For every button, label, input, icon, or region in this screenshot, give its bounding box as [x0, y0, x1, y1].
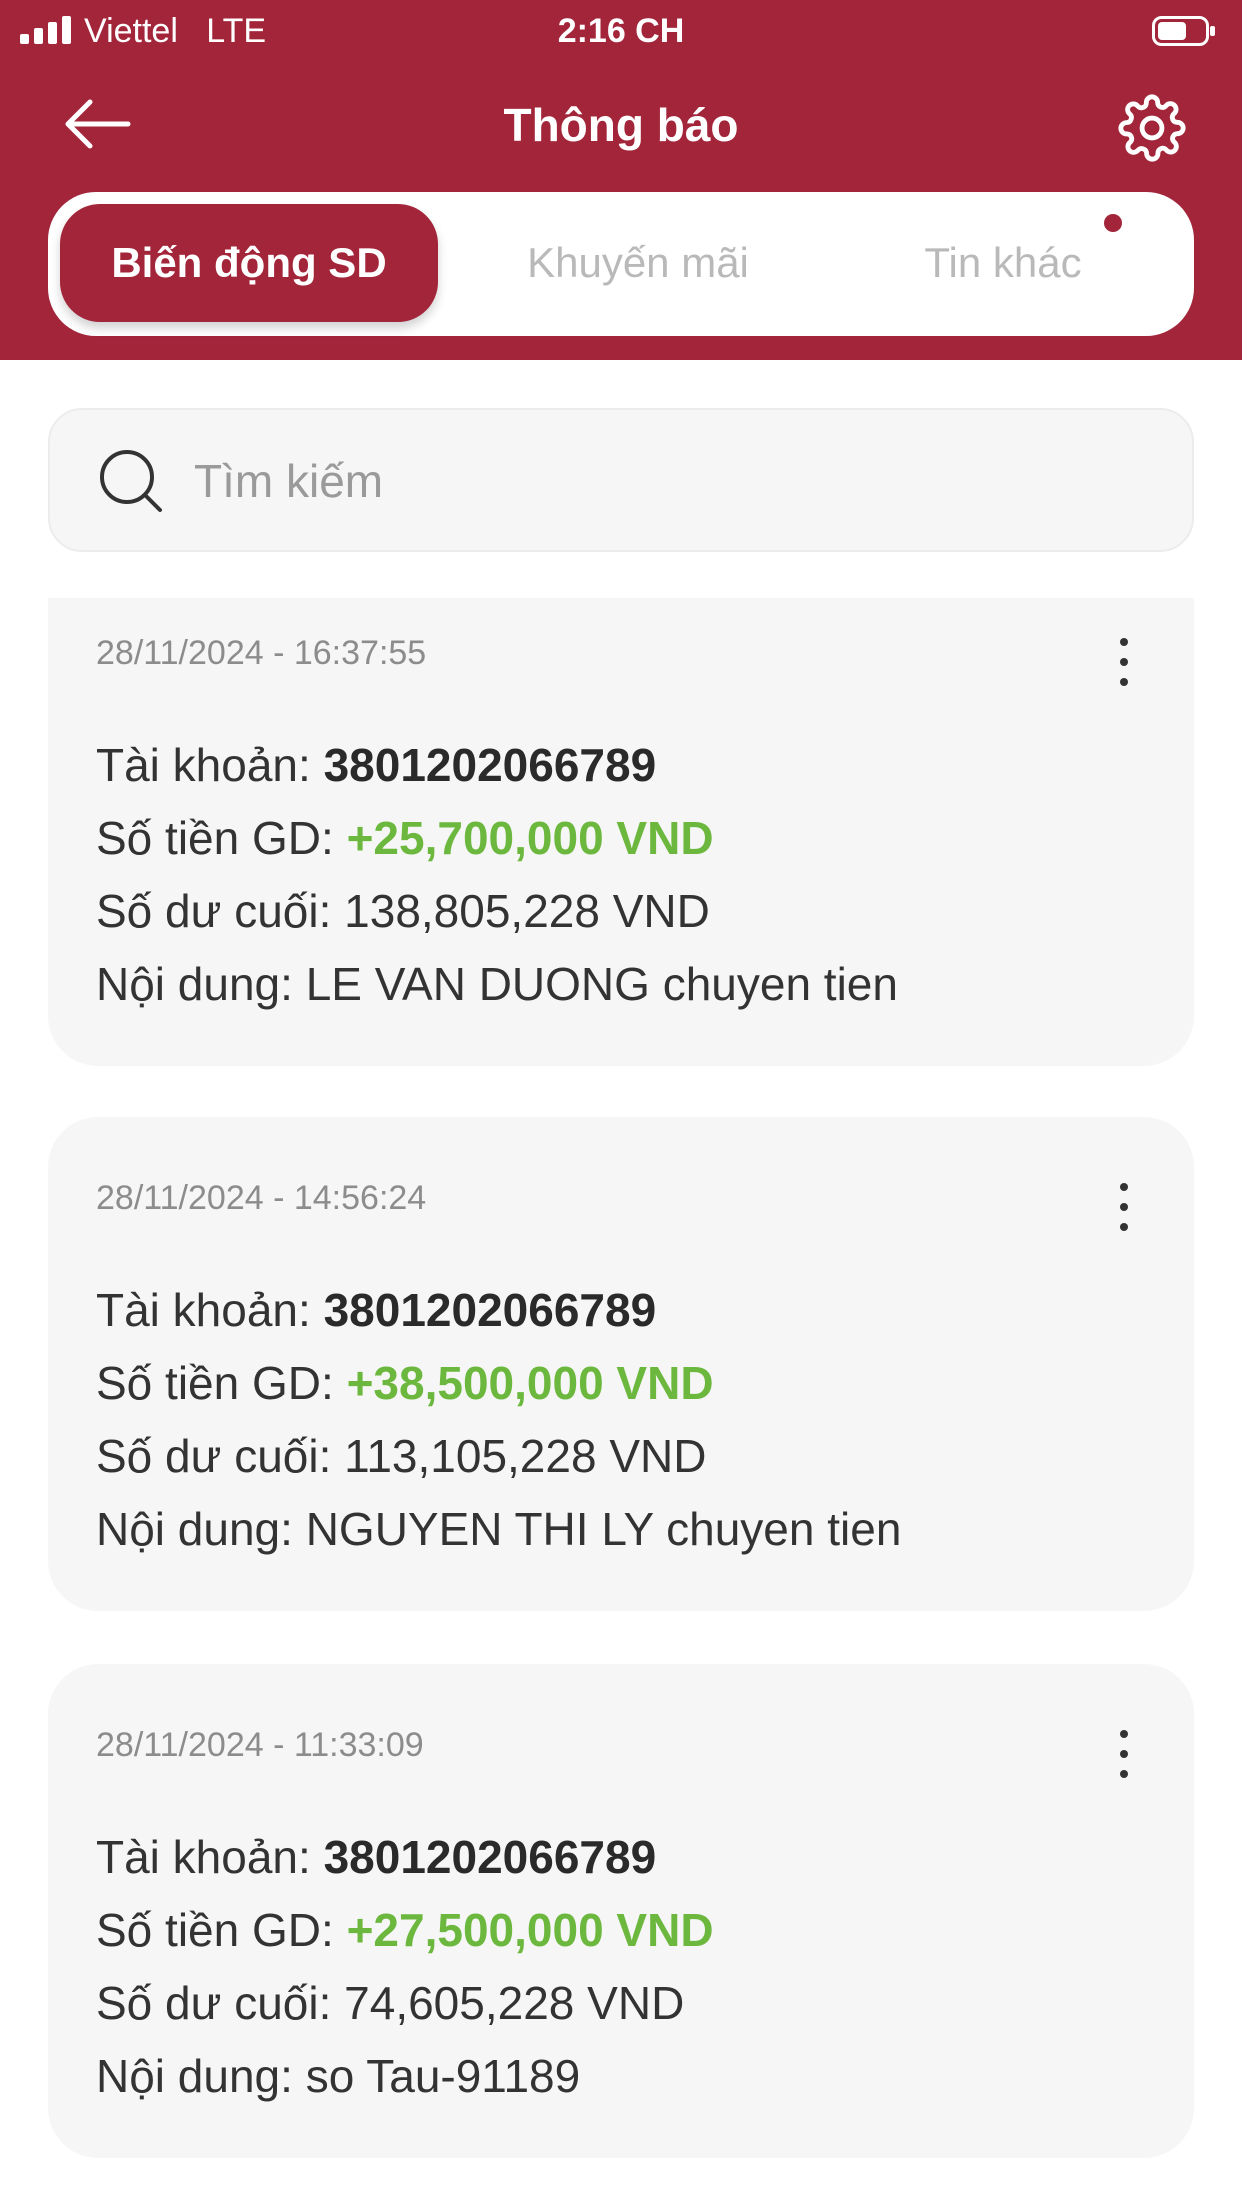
- transaction-content: LE VAN DUONG chuyen tien: [305, 958, 898, 1010]
- amount-line: Số tiền GD: +38,500,000 VND: [96, 1356, 714, 1410]
- content-label: Nội dung:: [96, 2050, 293, 2102]
- amount-label: Số tiền GD:: [96, 1357, 334, 1409]
- balance-line: Số dư cuối: 113,105,228 VND: [96, 1429, 706, 1483]
- search-icon: [100, 450, 162, 512]
- content-line: Nội dung: LE VAN DUONG chuyen tien: [96, 957, 898, 1011]
- amount-label: Số tiền GD:: [96, 1904, 334, 1956]
- more-vertical-icon[interactable]: [1108, 1179, 1140, 1235]
- unread-dot: [1104, 214, 1122, 232]
- account-line: Tài khoản: 3801202066789: [96, 1283, 656, 1337]
- content-label: Nội dung:: [96, 1503, 293, 1555]
- content-label: Nội dung:: [96, 958, 293, 1010]
- tab-bar: Biến động SD Khuyến mãi Tin khác: [48, 192, 1194, 336]
- battery-icon: [1152, 16, 1215, 46]
- amount-line: Số tiền GD: +25,700,000 VND: [96, 811, 714, 865]
- account-label: Tài khoản:: [96, 1284, 311, 1336]
- notification-timestamp: 28/11/2024 - 14:56:24: [96, 1179, 427, 1217]
- account-label: Tài khoản:: [96, 739, 311, 791]
- account-line: Tài khoản: 3801202066789: [96, 1830, 656, 1884]
- ending-balance: 138,805,228 VND: [344, 885, 710, 937]
- amount-label: Số tiền GD:: [96, 812, 334, 864]
- notification-card[interactable]: 28/11/2024 - 14:56:24 Tài khoản: 3801202…: [48, 1117, 1194, 1611]
- notification-card[interactable]: 28/11/2024 - 16:37:55 Tài khoản: 3801202…: [48, 598, 1194, 1066]
- notification-card[interactable]: 28/11/2024 - 11:33:09 Tài khoản: 3801202…: [48, 1664, 1194, 2158]
- account-number: 3801202066789: [323, 1284, 657, 1336]
- account-label: Tài khoản:: [96, 1831, 311, 1883]
- status-time: 2:16 CH: [557, 12, 685, 50]
- transaction-amount: +27,500,000 VND: [346, 1904, 714, 1956]
- account-line: Tài khoản: 3801202066789: [96, 738, 656, 792]
- search-placeholder: Tìm kiếm: [194, 455, 384, 507]
- status-bar: Viettel LTE 2:16 CH: [0, 0, 1242, 62]
- amount-line: Số tiền GD: +27,500,000 VND: [96, 1903, 714, 1957]
- balance-label: Số dư cuối:: [96, 1977, 332, 2029]
- balance-label: Số dư cuối:: [96, 885, 332, 937]
- balance-line: Số dư cuối: 138,805,228 VND: [96, 884, 710, 938]
- transaction-amount: +38,500,000 VND: [346, 1357, 714, 1409]
- content-line: Nội dung: so Tau-91189: [96, 2049, 580, 2103]
- nav-bar: Thông báo: [0, 62, 1242, 190]
- transaction-content: so Tau-91189: [305, 2050, 581, 2102]
- tab-khuyen-mai[interactable]: Khuyến mãi: [468, 204, 808, 322]
- transaction-amount: +25,700,000 VND: [346, 812, 714, 864]
- content-line: Nội dung: NGUYEN THI LY chuyen tien: [96, 1502, 901, 1556]
- notification-timestamp: 28/11/2024 - 11:33:09: [96, 1726, 424, 1764]
- ending-balance: 74,605,228 VND: [344, 1977, 685, 2029]
- tab-bien-dong-sd[interactable]: Biến động SD: [60, 204, 438, 322]
- notification-timestamp: 28/11/2024 - 16:37:55: [96, 634, 427, 672]
- gear-icon[interactable]: [1118, 94, 1186, 162]
- more-vertical-icon[interactable]: [1108, 634, 1140, 690]
- balance-line: Số dư cuối: 74,605,228 VND: [96, 1976, 684, 2030]
- account-number: 3801202066789: [323, 1831, 657, 1883]
- balance-label: Số dư cuối:: [96, 1430, 332, 1482]
- transaction-content: NGUYEN THI LY chuyen tien: [305, 1503, 902, 1555]
- page-title: Thông báo: [503, 99, 739, 151]
- account-number: 3801202066789: [323, 739, 657, 791]
- search-input[interactable]: Tìm kiếm: [48, 408, 1194, 552]
- ending-balance: 113,105,228 VND: [344, 1430, 707, 1482]
- more-vertical-icon[interactable]: [1108, 1726, 1140, 1782]
